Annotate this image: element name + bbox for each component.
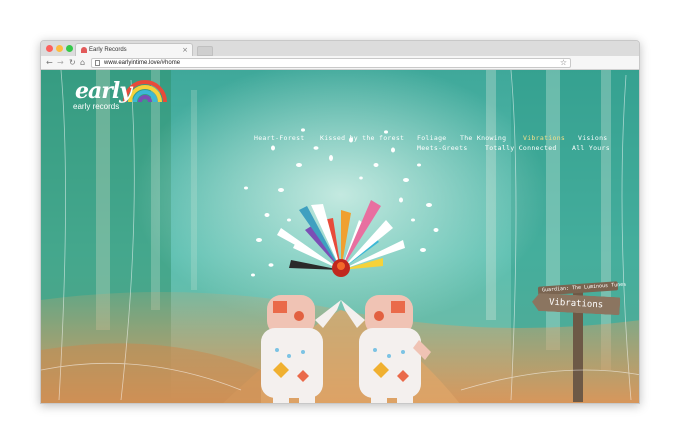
tab-title: Early Records: [89, 47, 127, 53]
nav-foliage[interactable]: Foliage: [417, 134, 447, 143]
signpost-main-board[interactable]: Vibrations: [532, 293, 621, 316]
signpost-main-text: Vibrations: [548, 297, 604, 311]
nav-visions[interactable]: Visions: [578, 134, 608, 143]
signpost-guardian-board: Guardian: The Luminous Tunes: [537, 281, 626, 296]
tab-close-icon[interactable]: ×: [182, 45, 188, 55]
nav-vibrations[interactable]: Vibrations: [523, 134, 565, 143]
star-icon[interactable]: ☆: [560, 58, 567, 68]
nav-all-yours[interactable]: All Yours: [572, 144, 610, 153]
nav-the-knowing[interactable]: The Knowing: [460, 134, 506, 143]
nav-totally-connected[interactable]: Totally Connected: [485, 144, 557, 153]
browser-window: Early Records × ← → ↻ ⌂ www.earlyintime.…: [40, 40, 640, 404]
forest-artwork: [41, 70, 639, 403]
browser-toolbar: ← → ↻ ⌂ www.earlyintime.love/#home ☆: [41, 56, 639, 70]
nav-meets-greets[interactable]: Meets-Greets: [417, 144, 468, 153]
tab-early-records[interactable]: Early Records ×: [75, 43, 193, 56]
logo-subtitle: early records: [73, 102, 120, 111]
logo-word: early: [75, 78, 132, 104]
arrow-left-icon[interactable]: ←: [46, 57, 53, 68]
minimize-window-button[interactable]: [56, 45, 63, 52]
reload-icon[interactable]: ↻: [69, 57, 76, 68]
early-records-logo[interactable]: early early records: [71, 78, 151, 116]
nav-kissed-by-the-forest[interactable]: Kissed by the forest: [320, 134, 404, 143]
maximize-window-button[interactable]: [66, 45, 73, 52]
new-tab-button[interactable]: [197, 46, 213, 56]
nav-heart-forest[interactable]: Heart-Forest: [254, 134, 305, 143]
page-viewport: early early records Heart-Forest Kissed …: [41, 70, 639, 403]
url-text[interactable]: www.earlyintime.love/#home: [104, 59, 180, 68]
page-icon: [95, 60, 100, 66]
address-bar[interactable]: www.earlyintime.love/#home ☆: [91, 58, 571, 68]
close-window-button[interactable]: [46, 45, 53, 52]
tab-bar: Early Records ×: [41, 41, 639, 56]
signpost[interactable]: Guardian: The Luminous Tunes Vibrations: [532, 281, 626, 324]
arrow-right-icon[interactable]: →: [57, 57, 64, 68]
rainbow-favicon-icon: [81, 47, 87, 53]
home-icon[interactable]: ⌂: [80, 57, 85, 68]
